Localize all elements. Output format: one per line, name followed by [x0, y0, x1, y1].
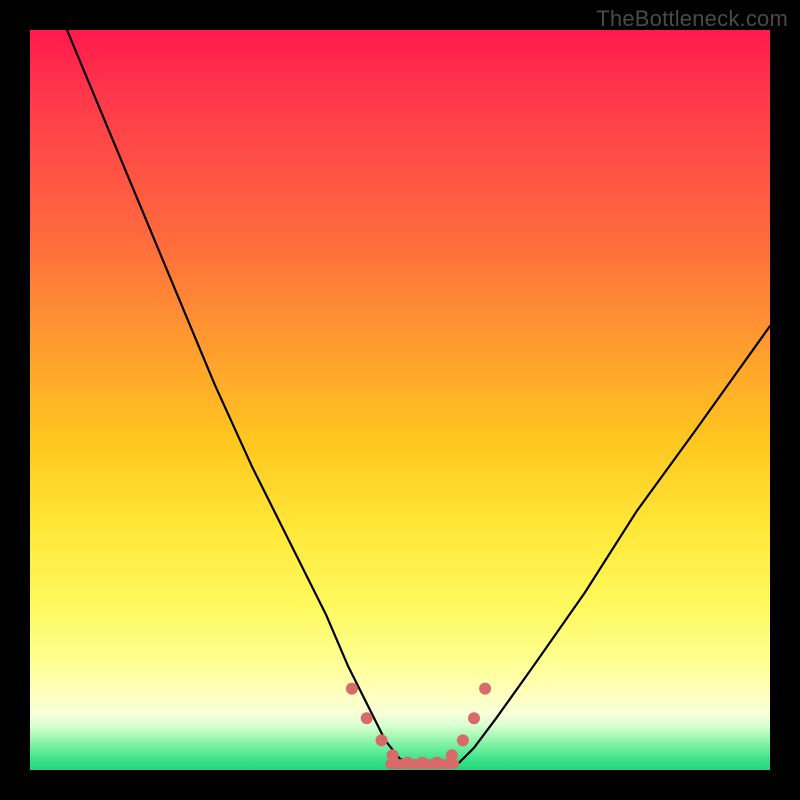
- plot-area: [30, 30, 770, 770]
- chart-svg: [30, 30, 770, 770]
- highlight-dots: [346, 683, 491, 769]
- outer-black-frame: TheBottleneck.com: [0, 0, 800, 800]
- watermark-text: TheBottleneck.com: [596, 6, 788, 32]
- bottleneck-curve-path: [67, 30, 770, 766]
